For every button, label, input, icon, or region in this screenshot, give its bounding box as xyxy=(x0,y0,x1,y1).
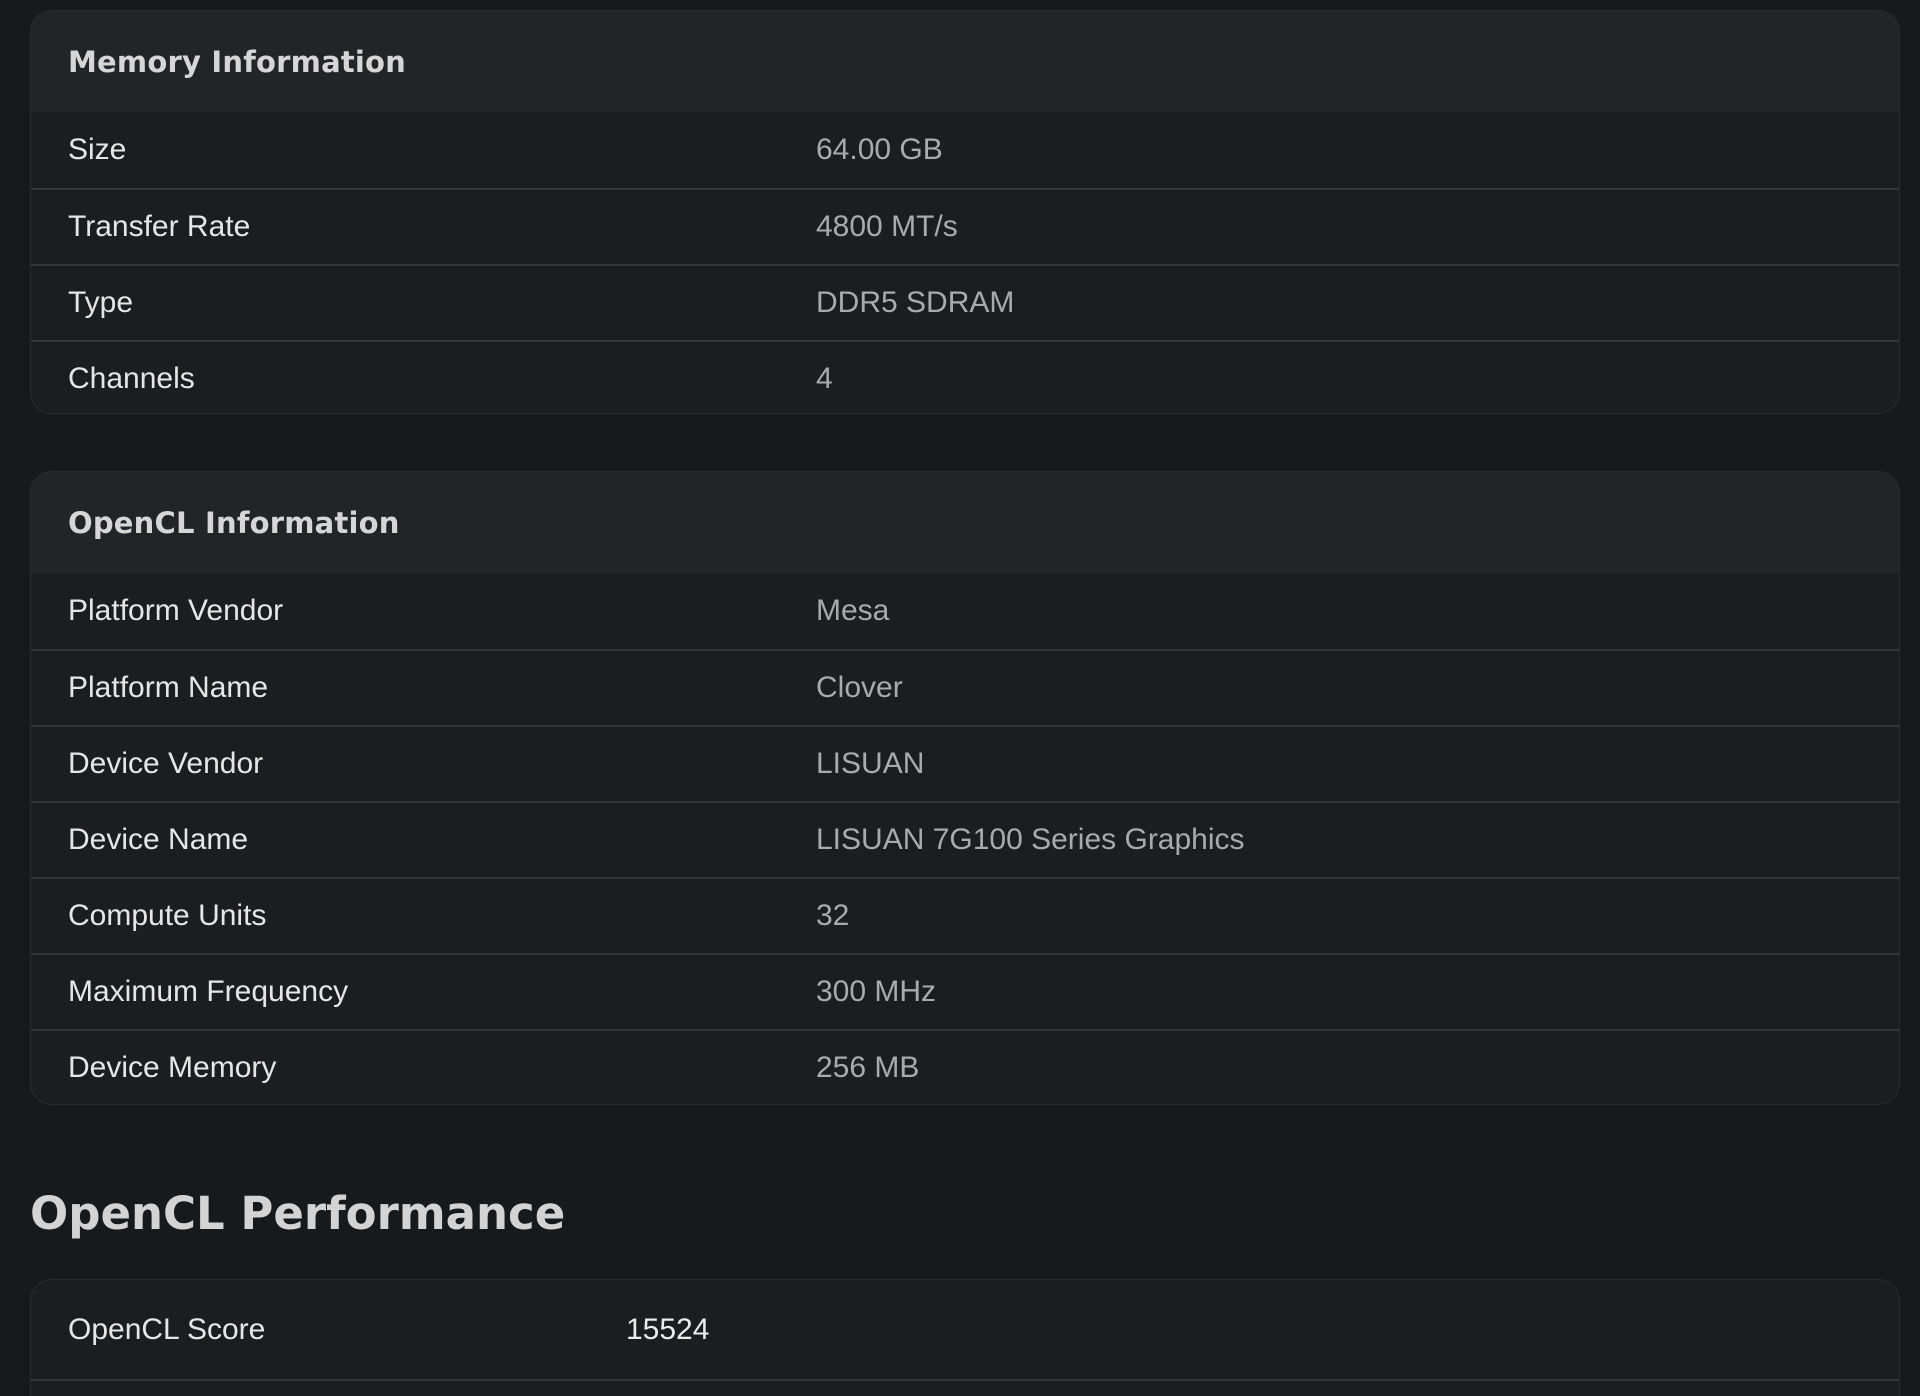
row-label: Maximum Frequency xyxy=(68,975,349,1008)
row-value: LISUAN xyxy=(816,747,925,780)
row-label: Device Memory xyxy=(68,1051,277,1084)
row-value: 4800 MT/s xyxy=(816,210,958,243)
memory-row-type: Type DDR5 SDRAM xyxy=(31,264,1899,340)
row-label: OpenCL Score xyxy=(68,1312,266,1346)
opencl-information-header: OpenCL Information xyxy=(31,472,1899,573)
opencl-row-compute-units: Compute Units 32 xyxy=(31,877,1899,953)
opencl-row-maximum-frequency: Maximum Frequency 300 MHz xyxy=(31,953,1899,1029)
opencl-row-platform-name: Platform Name Clover xyxy=(31,649,1899,725)
memory-information-rows: Size 64.00 GB Transfer Rate 4800 MT/s Ty… xyxy=(31,112,1899,413)
opencl-information-rows: Platform Vendor Mesa Platform Name Clove… xyxy=(31,573,1899,1104)
row-value: 256 MB xyxy=(816,1051,920,1084)
row-label: Transfer Rate xyxy=(68,210,251,243)
row-value: 64.00 GB xyxy=(816,133,943,166)
opencl-row-device-vendor: Device Vendor LISUAN xyxy=(31,725,1899,801)
row-value: Mesa xyxy=(816,594,890,627)
performance-row-next xyxy=(31,1379,1899,1396)
opencl-performance-heading: OpenCL Performance xyxy=(30,1187,566,1240)
row-value: LISUAN 7G100 Series Graphics xyxy=(816,823,1245,856)
row-label: Platform Vendor xyxy=(68,594,284,627)
opencl-performance-card: OpenCL Score 15524 xyxy=(30,1279,1900,1396)
row-label: Type xyxy=(68,286,134,319)
opencl-information-card: OpenCL Information Platform Vendor Mesa … xyxy=(30,471,1900,1105)
row-label: Device Name xyxy=(68,823,249,856)
opencl-score-value: 15524 xyxy=(626,1312,710,1346)
memory-information-title: Memory Information xyxy=(68,44,407,79)
memory-information-card: Memory Information Size 64.00 GB Transfe… xyxy=(30,10,1900,414)
opencl-row-platform-vendor: Platform Vendor Mesa xyxy=(31,573,1899,649)
row-value: 32 xyxy=(816,899,850,932)
row-label: Compute Units xyxy=(68,899,267,932)
row-label: Platform Name xyxy=(68,671,269,704)
memory-information-header: Memory Information xyxy=(31,11,1899,112)
performance-row-opencl-score: OpenCL Score 15524 xyxy=(31,1280,1899,1379)
opencl-row-device-name: Device Name LISUAN 7G100 Series Graphics xyxy=(31,801,1899,877)
row-label: Channels xyxy=(68,362,195,395)
opencl-information-title: OpenCL Information xyxy=(68,505,400,540)
opencl-row-device-memory: Device Memory 256 MB xyxy=(31,1029,1899,1104)
row-label: Size xyxy=(68,133,127,166)
memory-row-channels: Channels 4 xyxy=(31,340,1899,413)
row-value: 4 xyxy=(816,362,833,395)
row-value: DDR5 SDRAM xyxy=(816,286,1015,319)
memory-row-size: Size 64.00 GB xyxy=(31,112,1899,188)
memory-row-transfer-rate: Transfer Rate 4800 MT/s xyxy=(31,188,1899,264)
row-value: Clover xyxy=(816,671,903,704)
row-label: Device Vendor xyxy=(68,747,264,780)
row-value: 300 MHz xyxy=(816,975,937,1008)
